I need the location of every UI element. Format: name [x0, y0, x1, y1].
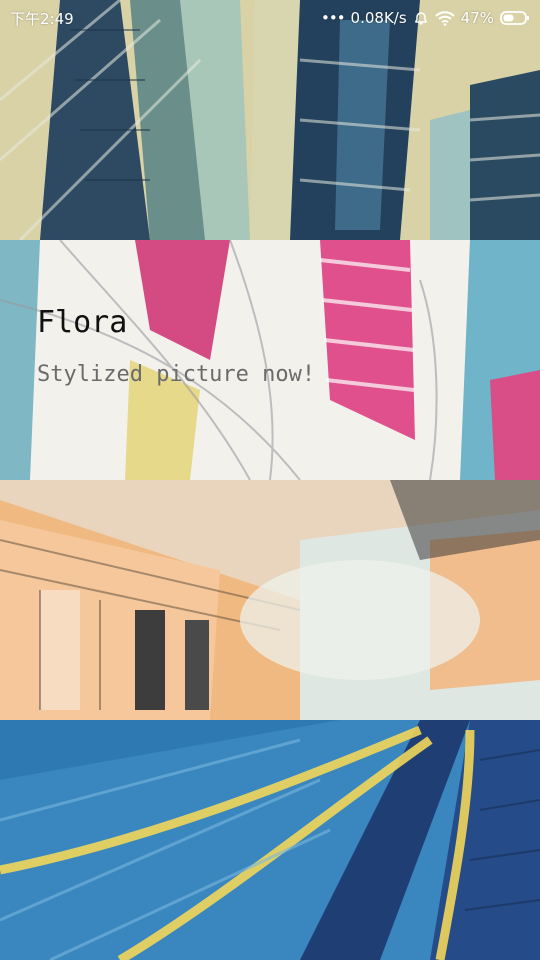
app-title: Flora [37, 305, 128, 340]
wifi-icon [434, 10, 455, 26]
network-speed: 0.08K/s [350, 9, 407, 27]
status-bar: 下午2:49 ••• 0.08K/s 47% [0, 0, 540, 36]
alarm-icon [413, 10, 429, 26]
status-right: ••• 0.08K/s 47% [321, 9, 530, 27]
gallery-image-city-towers[interactable] [0, 0, 540, 240]
gallery-image-blue-yellow-road[interactable] [0, 720, 540, 960]
battery-percent: 47% [460, 9, 494, 27]
status-time: 下午2:49 [10, 9, 74, 28]
gallery-image-warm-street[interactable] [0, 480, 540, 720]
battery-icon [500, 10, 530, 26]
hero-title-block: Flora Stylized picture now! [37, 305, 315, 387]
app-subtitle: Stylized picture now! [37, 362, 316, 387]
notification-dots: ••• [321, 9, 346, 27]
